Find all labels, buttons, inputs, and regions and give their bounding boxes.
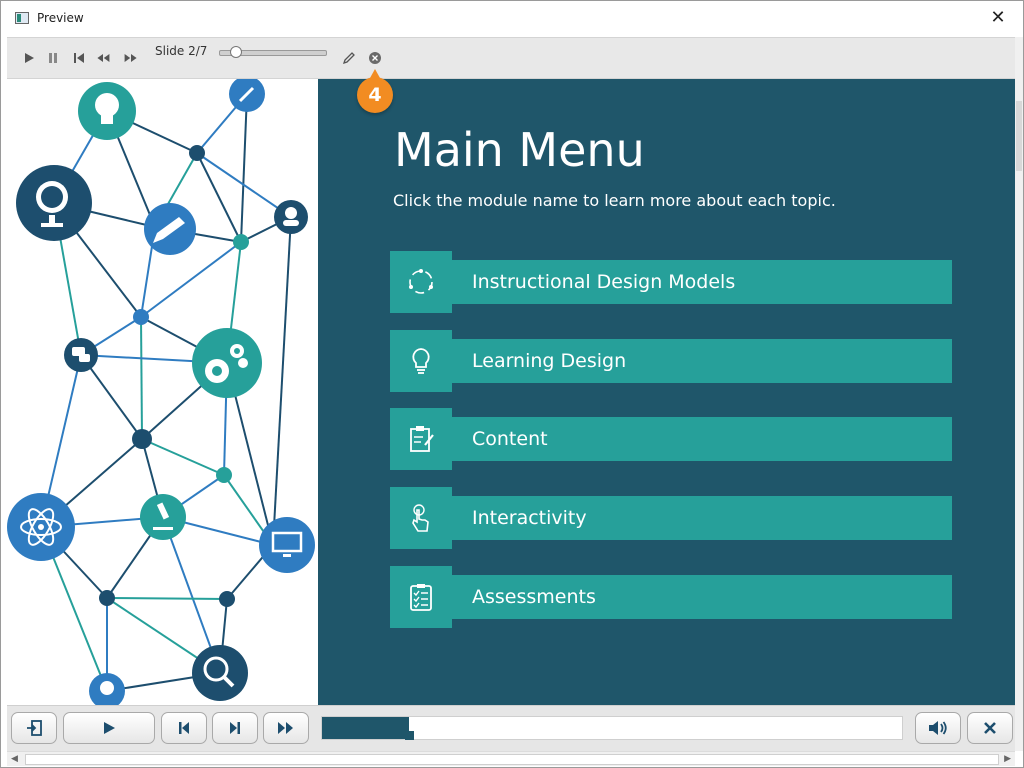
fast-forward-icon[interactable] <box>123 51 139 65</box>
slide-counter: Slide 2/7 <box>155 44 208 58</box>
monitor-node-icon <box>259 517 315 573</box>
fast-forward-icon <box>278 722 293 734</box>
player-controls <box>7 705 1015 752</box>
menu-item-label[interactable]: Interactivity <box>472 507 587 529</box>
previous-button[interactable] <box>161 712 207 744</box>
atom-node-icon <box>7 493 75 561</box>
gears-node-icon <box>192 328 262 398</box>
vertical-scroll-thumb[interactable] <box>1016 101 1022 171</box>
checklist-icon[interactable] <box>390 566 452 628</box>
window-close-button[interactable]: ✕ <box>987 7 1009 29</box>
window-title: Preview <box>37 11 84 25</box>
menu-item-learning-design[interactable]: Learning Design <box>390 330 952 392</box>
playback-progress-bar[interactable] <box>321 716 903 740</box>
pencil-icon[interactable] <box>341 51 357 65</box>
preview-window: Preview ✕ Slide 2/7 Main Menu Click the … <box>0 0 1024 768</box>
skip-to-start-icon[interactable] <box>71 51 87 65</box>
previous-icon <box>179 722 189 734</box>
menu-item-interactivity[interactable]: Interactivity <box>390 487 952 549</box>
play-button[interactable] <box>63 712 155 744</box>
play-icon <box>104 722 115 734</box>
main-menu-slide: Main Menu Click the module name to learn… <box>318 79 1015 705</box>
magnifier-node-icon <box>192 645 248 701</box>
menu-item-instructional-design-models[interactable]: Instructional Design Models <box>390 251 952 313</box>
fast-forward-button[interactable] <box>263 712 309 744</box>
preview-slider[interactable] <box>219 46 327 58</box>
horizontal-scrollbar[interactable]: ◀ ▶ <box>7 751 1015 766</box>
avatar-node-icon <box>89 673 125 705</box>
play-icon[interactable] <box>21 51 37 65</box>
chat-node-icon <box>64 338 98 372</box>
app-icon <box>15 12 29 24</box>
volume-icon <box>929 721 947 735</box>
network-illustration <box>7 79 318 705</box>
preview-toolbar: Slide 2/7 <box>7 37 1015 79</box>
volume-button[interactable] <box>915 712 961 744</box>
touch-hand-icon[interactable] <box>390 487 452 549</box>
slide-stage: Main Menu Click the module name to learn… <box>7 79 1015 705</box>
rewind-icon[interactable] <box>95 51 111 65</box>
menu-item-assessments[interactable]: Assessments <box>390 566 952 628</box>
slide-title: Main Menu <box>394 123 645 177</box>
microscope-node-icon <box>140 494 186 540</box>
pencil-node-icon <box>144 203 196 255</box>
lightbulb-node-icon <box>78 82 136 140</box>
menu-item-label[interactable]: Learning Design <box>472 350 626 372</box>
pause-icon[interactable] <box>45 51 61 65</box>
next-button[interactable] <box>212 712 258 744</box>
progress-fill <box>322 717 409 739</box>
exit-button[interactable] <box>11 712 57 744</box>
cycle-arrows-icon[interactable] <box>390 251 452 313</box>
slider-thumb[interactable] <box>230 46 242 58</box>
close-player-button[interactable] <box>967 712 1013 744</box>
menu-item-content[interactable]: Content <box>390 408 952 470</box>
globe-node-icon <box>16 165 92 241</box>
clipboard-edit-icon[interactable] <box>390 408 452 470</box>
next-icon <box>230 722 240 734</box>
close-circle-icon[interactable] <box>367 51 383 65</box>
scroll-left-arrow-icon[interactable]: ◀ <box>11 754 18 764</box>
person-node-icon <box>274 200 308 234</box>
close-icon <box>984 722 996 734</box>
title-bar: Preview ✕ <box>1 1 1023 37</box>
lightbulb-icon[interactable] <box>390 330 452 392</box>
exit-icon <box>27 720 42 736</box>
network-graphic <box>7 79 315 705</box>
paintbrush-node-icon <box>229 79 265 112</box>
vertical-scrollbar[interactable] <box>1015 37 1023 751</box>
step-callout-badge: 4 <box>357 69 393 113</box>
progress-scrubber[interactable] <box>405 731 414 740</box>
horizontal-scroll-thumb[interactable] <box>25 754 999 765</box>
menu-item-label[interactable]: Content <box>472 428 548 450</box>
menu-item-label[interactable]: Assessments <box>472 586 596 608</box>
menu-item-label[interactable]: Instructional Design Models <box>472 271 735 293</box>
scroll-right-arrow-icon[interactable]: ▶ <box>1004 754 1011 764</box>
slide-subtitle: Click the module name to learn more abou… <box>393 191 836 210</box>
